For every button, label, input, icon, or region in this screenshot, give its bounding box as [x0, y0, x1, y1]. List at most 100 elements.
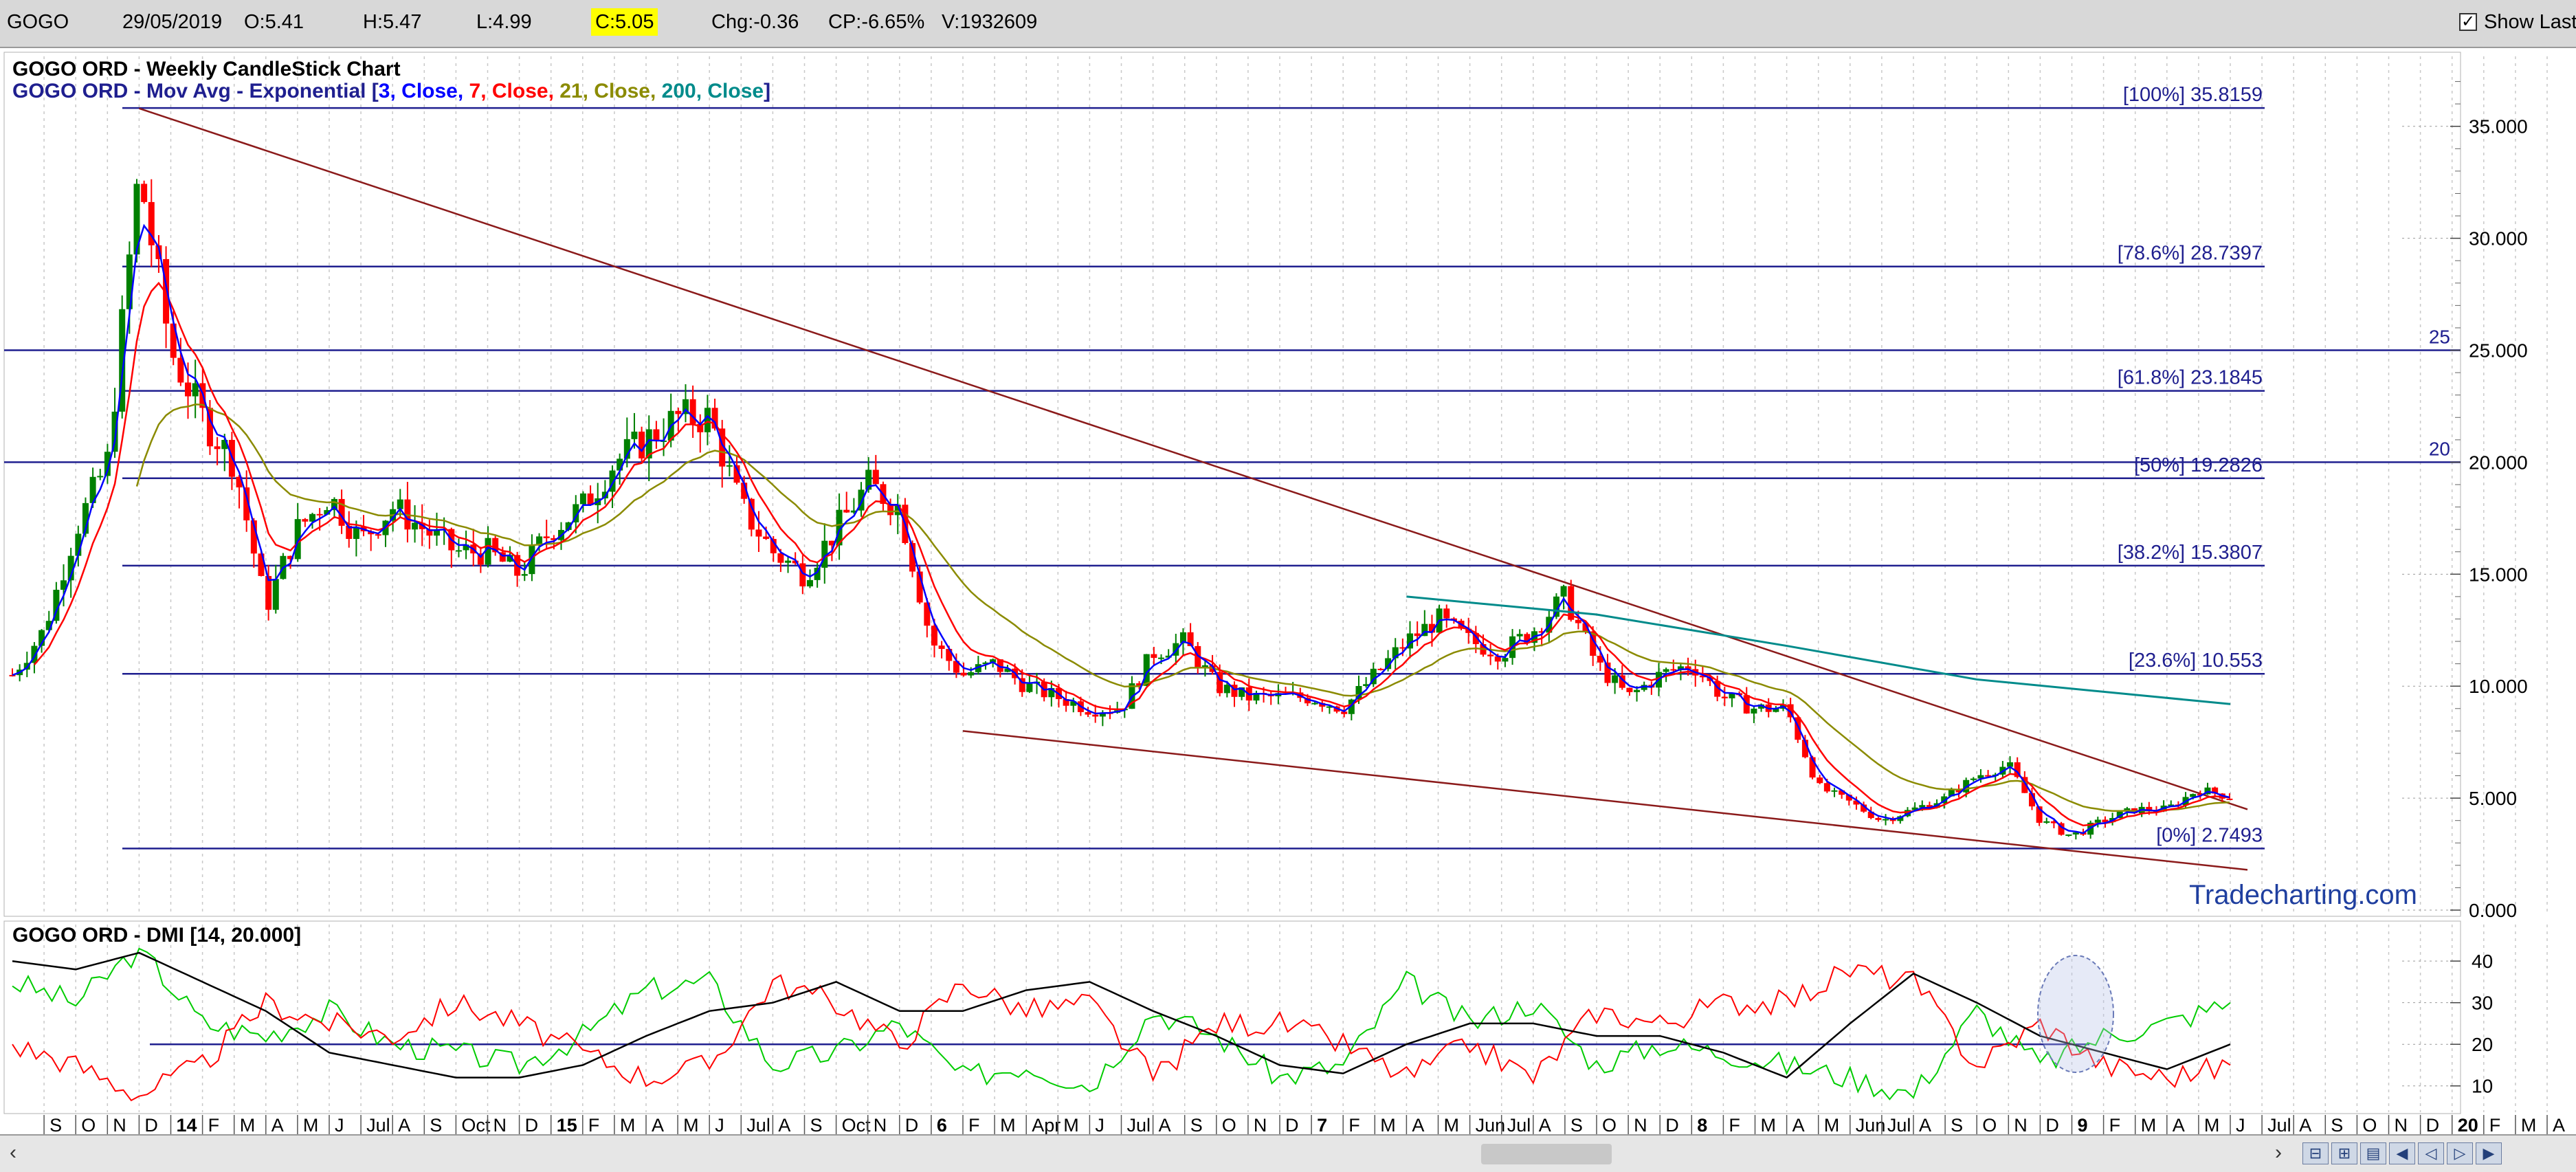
time-axis-label: A: [1412, 1115, 1424, 1134]
time-axis-label: M: [1000, 1115, 1016, 1134]
time-axis-label: A: [398, 1115, 410, 1134]
ma-legend-suffix: ]: [764, 80, 770, 102]
quote-toolbar: GOGO 29/05/2019 O:5.41 H:5.47 L:4.99 C:5…: [0, 0, 2576, 48]
time-axis-label: A: [1919, 1115, 1931, 1134]
time-axis-label: J: [715, 1115, 724, 1134]
candle-body: [2065, 834, 2072, 836]
chart-area[interactable]: [100%] 35.8159 [78.6%] 28.7397 [61.8%] 23.…: [0, 48, 2576, 1134]
time-axis-label: O: [81, 1115, 96, 1134]
candle-body: [2094, 819, 2101, 823]
scroll-right-arrow[interactable]: ›: [2275, 1141, 2282, 1164]
candle-body: [412, 522, 419, 530]
candle-body: [2043, 821, 2050, 823]
time-axis-label: M: [620, 1115, 636, 1134]
price-axis-label: 10.000: [2469, 676, 2528, 697]
scroll-left-arrow[interactable]: ‹: [10, 1141, 16, 1164]
scroll-start-icon[interactable]: ◀: [2389, 1142, 2415, 1164]
time-axis: S O N D 14 F M A M J Jul A S Oct N D 15 F M A M J Jul A S Oct N D 6 F…: [0, 1115, 2576, 1134]
symbol-label: GOGO: [7, 11, 69, 33]
dmi-panel[interactable]: 40 30 20 10 GOGO ORD - DMI [14, 20.000]: [3, 920, 2576, 1114]
candle-body: [748, 498, 755, 530]
time-axis-label: M: [2521, 1115, 2537, 1134]
chart-title: GOGO ORD - Weekly CandleStick Chart: [12, 58, 401, 80]
time-axis-label: Jul: [746, 1115, 770, 1134]
time-axis-label: Jul: [1887, 1115, 1911, 1134]
time-axis-label: 8: [1697, 1115, 1707, 1134]
candle-body: [185, 382, 192, 397]
ma-legend-part: 7, Close,: [469, 80, 560, 102]
candle-body: [755, 529, 762, 537]
time-axis-label: M: [683, 1115, 699, 1134]
candle-body: [302, 519, 309, 522]
show-last-label[interactable]: Show Last: [2484, 8, 2576, 36]
time-axis-label: Jul: [2267, 1115, 2291, 1134]
time-axis-label: S: [810, 1115, 823, 1134]
price-panel[interactable]: [100%] 35.8159 [78.6%] 28.7397 [61.8%] 23.…: [3, 52, 2576, 921]
candle-body: [726, 465, 733, 467]
show-last-checkbox[interactable]: ✓: [2459, 13, 2477, 31]
candle-body: [675, 410, 682, 414]
scroll-thumb[interactable]: [1481, 1144, 1612, 1164]
time-axis-label: F: [1729, 1115, 1740, 1134]
candle-body: [968, 672, 975, 676]
time-axis-label: F: [2489, 1115, 2501, 1134]
candle-body: [631, 431, 638, 439]
candle-body: [653, 429, 660, 441]
candle-body: [843, 509, 850, 513]
time-axis-label: M: [240, 1115, 256, 1134]
candle-body: [97, 476, 104, 478]
candle-body: [763, 536, 770, 540]
zoom-out-icon[interactable]: ⊟: [2302, 1142, 2329, 1164]
time-axis-label: J: [2236, 1115, 2245, 1134]
candle-body: [316, 513, 323, 516]
time-axis-label: M: [1761, 1115, 1777, 1134]
candle-body: [1817, 777, 1823, 784]
scroll-end-icon[interactable]: ▶: [2476, 1142, 2502, 1164]
volume-value: V:1932609: [942, 11, 1038, 33]
scroll-forward-icon[interactable]: ▷: [2447, 1142, 2473, 1164]
price-axis-label: 5.000: [2469, 788, 2517, 809]
dmi-axis-label: 10: [2472, 1076, 2493, 1097]
candle-body: [704, 408, 711, 432]
time-axis-label: Apr: [1032, 1115, 1061, 1134]
price-axis-label: 35.000: [2469, 116, 2528, 137]
time-axis-label: Jul: [1507, 1115, 1531, 1134]
candle-body: [543, 536, 550, 538]
time-axis-label: F: [208, 1115, 220, 1134]
close-value: C:5.05: [591, 8, 658, 36]
time-axis-label: D: [1665, 1115, 1679, 1134]
time-axis-label: F: [1348, 1115, 1360, 1134]
candle-body: [265, 575, 272, 610]
time-axis-label: O: [1222, 1115, 1236, 1134]
time-axis-label: D: [2045, 1115, 2059, 1134]
candle-body: [1721, 696, 1728, 698]
price-axis-label: 0.000: [2469, 900, 2517, 921]
time-axis-label: A: [2299, 1115, 2311, 1134]
candle-body: [1970, 778, 1977, 780]
candle-body: [785, 560, 792, 563]
time-axis-label: A: [778, 1115, 790, 1134]
time-axis-label: S: [1951, 1115, 1963, 1134]
candle-body: [1663, 669, 1669, 672]
candle-body: [960, 672, 967, 676]
candle-body: [1311, 703, 1318, 705]
time-axis-label: M: [2204, 1115, 2220, 1134]
fib-level-label: [23.6%] 10.553: [2129, 650, 2263, 672]
time-axis-label: S: [2331, 1115, 2343, 1134]
candle-body: [1883, 819, 1889, 821]
time-axis-label: F: [588, 1115, 600, 1134]
save-icon[interactable]: ▤: [2360, 1142, 2386, 1164]
time-axis-label: 20: [2458, 1115, 2478, 1134]
time-axis-label: S: [1190, 1115, 1203, 1134]
ma-legend-part: 21, Close,: [559, 80, 661, 102]
candle-body: [639, 431, 645, 458]
candle-body: [806, 579, 813, 587]
time-axis-label: S: [1570, 1115, 1583, 1134]
scroll-back-icon[interactable]: ◁: [2418, 1142, 2444, 1164]
zoom-in-icon[interactable]: ⊞: [2331, 1142, 2357, 1164]
fib-level-label: [100%] 35.8159: [2123, 84, 2263, 106]
candle-body: [1612, 675, 1619, 683]
date-label: 29/05/2019: [122, 11, 223, 33]
horizontal-scrollbar[interactable]: ‹ › ⊟ ⊞ ▤ ◀ ◁ ▷ ▶: [0, 1134, 2576, 1172]
price-axis: 35.000 30.000 25.000 20.000 15.000 10.000 5.00…: [2450, 81, 2528, 921]
